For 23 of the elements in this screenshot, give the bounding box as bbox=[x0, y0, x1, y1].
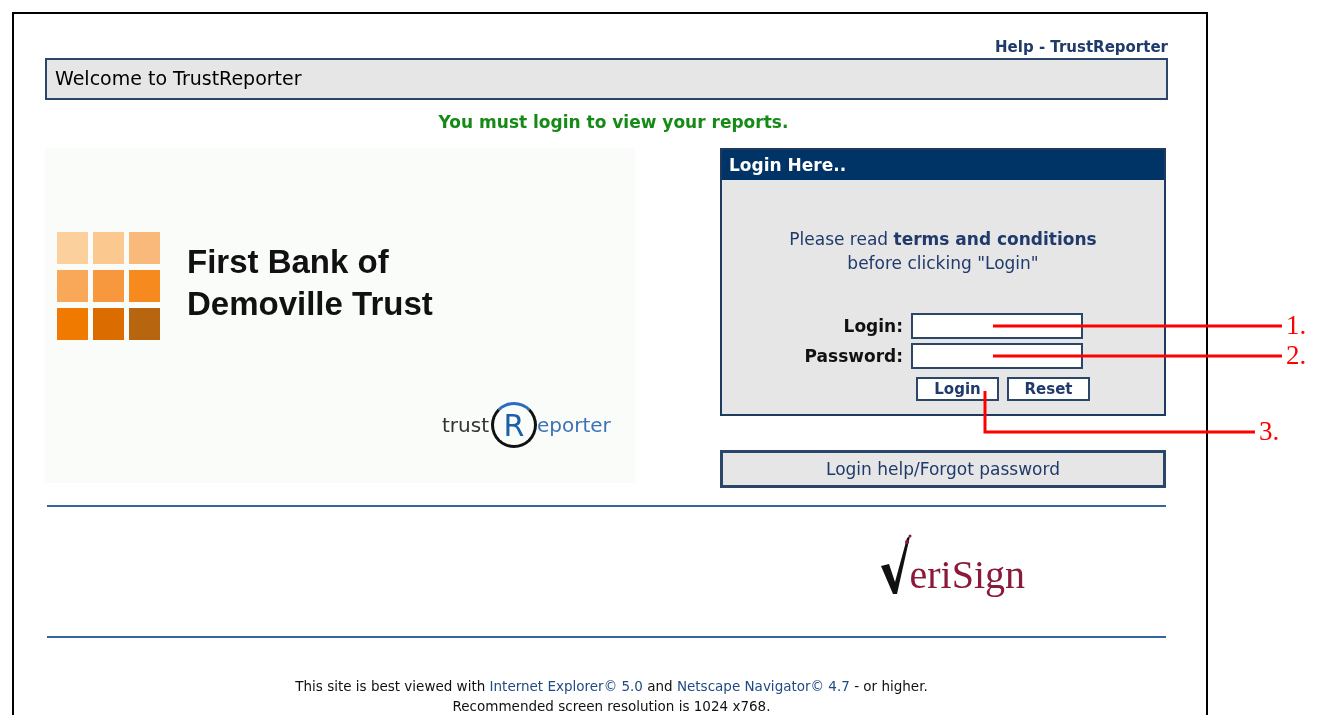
panel-header: Login Here.. bbox=[722, 150, 1164, 180]
help-link[interactable]: Help - TrustReporter bbox=[995, 38, 1168, 58]
verisign-logo: eriSign bbox=[879, 528, 1025, 598]
callout-number: 1. bbox=[1286, 310, 1307, 340]
callout-number: 3. bbox=[1259, 416, 1280, 446]
bank-name: First Bank of Demoville Trust bbox=[187, 242, 433, 324]
login-button[interactable]: Login bbox=[916, 377, 999, 401]
reset-button[interactable]: Reset bbox=[1007, 377, 1090, 401]
browser-note: This site is best viewed with Internet Explorer© 5.0 and Netscape Navigator© 4.7 - or higher. bbox=[294, 677, 929, 696]
browser-link[interactable]: Netscape Navigator© 4.7 bbox=[676, 678, 850, 694]
forgot-password-button[interactable]: Login help/Forgot password bbox=[720, 450, 1166, 488]
callout-number: 2. bbox=[1286, 340, 1307, 370]
resolution-note: Recommended screen resolution is 1024 x768. bbox=[451, 697, 772, 715]
field-label: Login: bbox=[842, 316, 904, 336]
terms-note: Please read terms and conditions before clicking "Login" bbox=[788, 228, 1098, 275]
password-field[interactable] bbox=[911, 343, 1083, 369]
bank-logo-icon bbox=[57, 232, 161, 342]
page-title: Welcome to TrustReporter bbox=[45, 58, 1168, 100]
login-field[interactable] bbox=[911, 313, 1083, 339]
login-notice: You must login to view your reports. bbox=[437, 112, 790, 134]
trustreporter-logo: trust R eporter bbox=[442, 402, 611, 448]
browser-link[interactable]: Internet Explorer© 5.0 bbox=[489, 678, 643, 694]
field-label: Password: bbox=[803, 346, 904, 366]
